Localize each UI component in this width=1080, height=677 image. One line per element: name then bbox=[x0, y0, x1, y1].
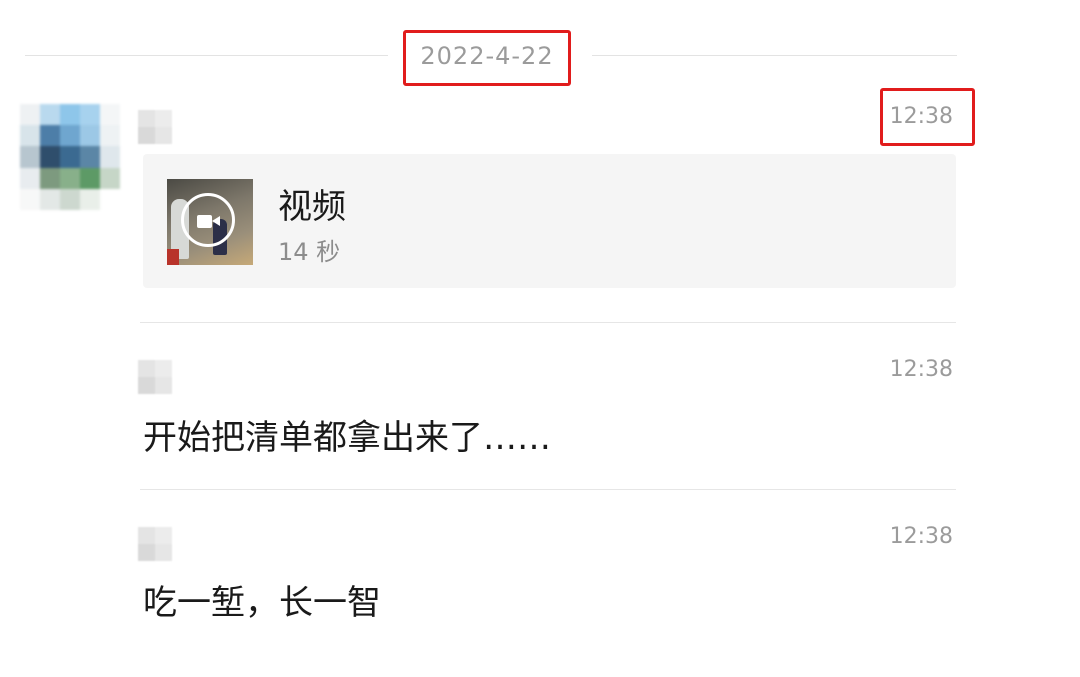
video-thumbnail[interactable] bbox=[167, 179, 253, 265]
video-title: 视频 bbox=[278, 187, 346, 227]
message-text[interactable]: 开始把清单都拿出来了…… bbox=[143, 410, 551, 459]
time-highlight-box bbox=[880, 88, 975, 146]
date-divider-line-left bbox=[25, 55, 388, 56]
video-duration: 14 秒 bbox=[278, 238, 341, 266]
sender-name-pixelated bbox=[138, 360, 172, 394]
message-divider bbox=[140, 489, 956, 490]
date-divider-line-right bbox=[592, 55, 957, 56]
sender-name-pixelated bbox=[138, 527, 172, 561]
video-message-card[interactable]: 视频 14 秒 bbox=[143, 154, 956, 288]
sender-avatar[interactable] bbox=[20, 104, 120, 210]
message-time: 12:38 bbox=[889, 524, 953, 549]
chat-history-page: 2022-4-22 12:38 视频 14 秒 12:38 开始把清单都拿出来了… bbox=[0, 0, 1080, 677]
video-camera-icon bbox=[197, 215, 212, 228]
message-time: 12:38 bbox=[889, 357, 953, 382]
message-text[interactable]: 吃一堑，长一智 bbox=[143, 575, 381, 624]
sender-name-pixelated bbox=[138, 110, 172, 144]
message-divider bbox=[140, 322, 956, 323]
date-highlight-box bbox=[403, 30, 571, 86]
